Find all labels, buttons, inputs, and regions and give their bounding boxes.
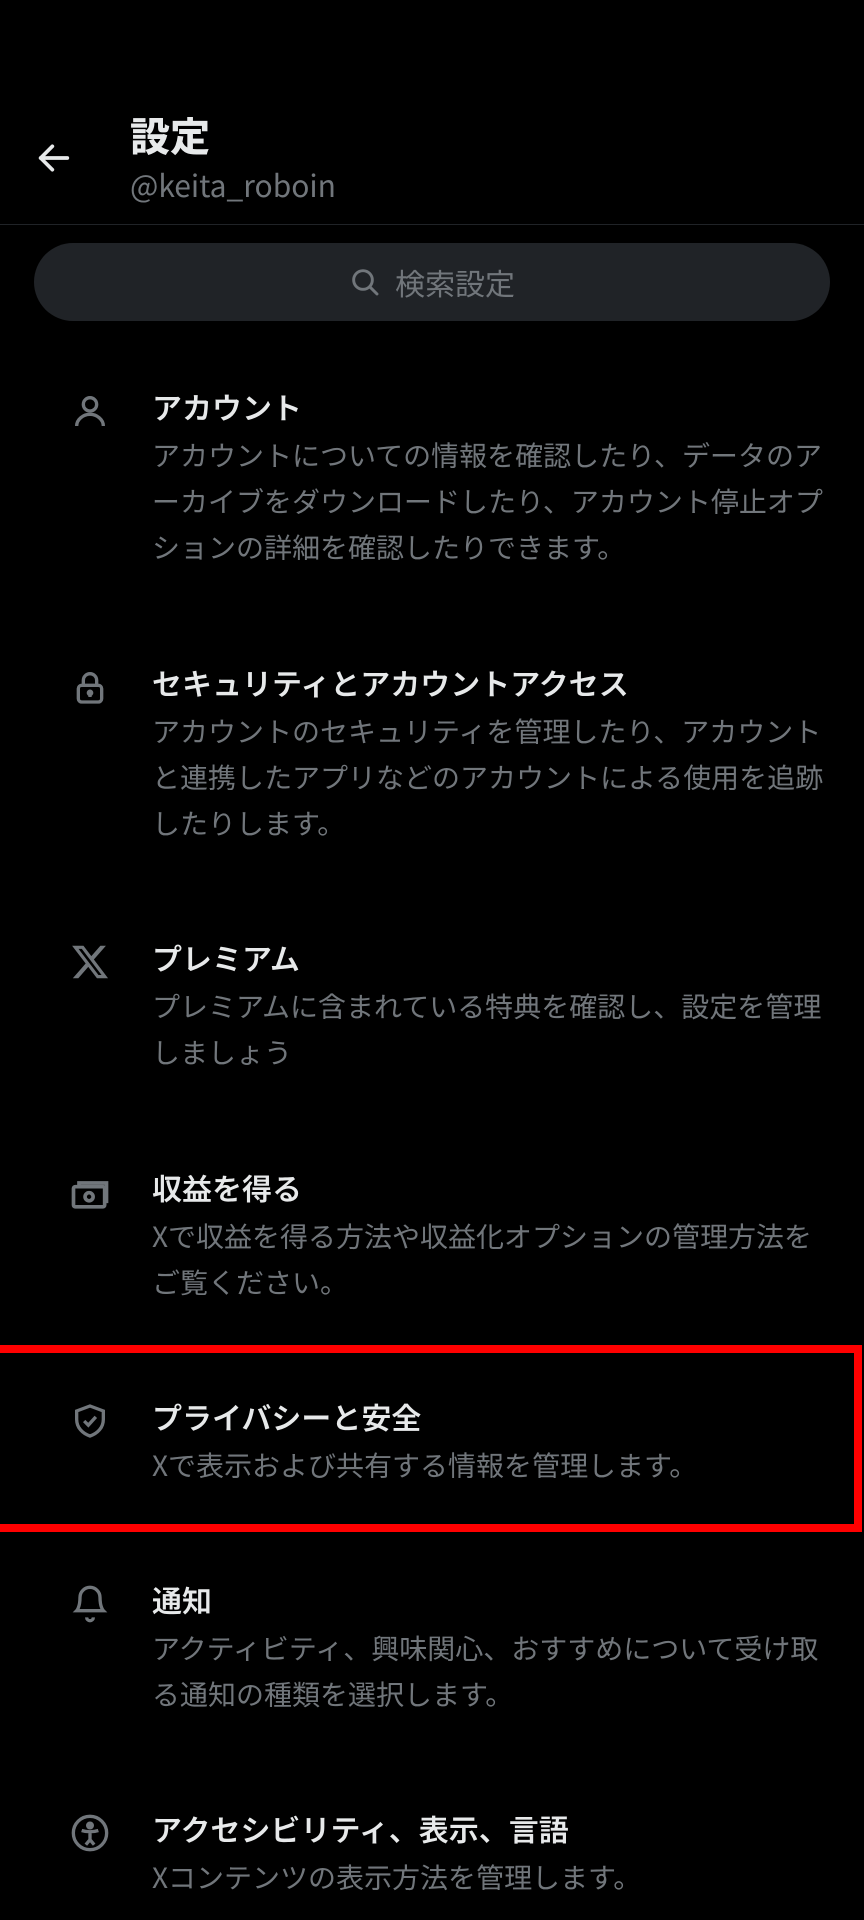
item-desc: アカウントのセキュリティを管理したり、アカウントと連携したアプリなどのアカウント… xyxy=(152,708,828,847)
settings-item-privacy[interactable]: プライバシーと安全 Xで表示および共有する情報を管理します。 xyxy=(0,1351,864,1534)
title-block: 設定 @keita_roboin xyxy=(130,110,336,206)
item-title: 収益を得る xyxy=(152,1168,828,1207)
accessibility-icon xyxy=(70,1813,110,1853)
settings-list: アカウント アカウントについての情報を確認したり、データのアーカイブをダウンロー… xyxy=(0,341,864,1920)
item-title: 通知 xyxy=(152,1580,828,1619)
item-title: アカウント xyxy=(152,387,828,426)
settings-item-monetization[interactable]: 収益を得る Xで収益を得る方法や収益化オプションの管理方法をご覧ください。 xyxy=(0,1122,864,1351)
settings-item-security[interactable]: セキュリティとアカウントアクセス アカウントのセキュリティを管理したり、アカウン… xyxy=(0,617,864,893)
search-placeholder: 検索設定 xyxy=(395,260,515,304)
search-icon xyxy=(349,266,381,298)
item-desc: アカウントについての情報を確認したり、データのアーカイブをダウンロードしたり、ア… xyxy=(152,432,828,571)
x-logo-icon xyxy=(70,942,110,982)
money-icon xyxy=(68,1172,112,1216)
back-button[interactable] xyxy=(24,128,84,188)
item-desc: Xコンテンツの表示方法を管理します。 xyxy=(152,1854,828,1900)
page-title: 設定 xyxy=(130,110,336,158)
person-icon xyxy=(70,391,110,431)
search-wrap: 検索設定 xyxy=(0,225,864,341)
item-desc: Xで収益を得る方法や収益化オプションの管理方法をご覧ください。 xyxy=(152,1213,828,1305)
settings-screen: 設定 @keita_roboin 検索設定 xyxy=(0,0,864,1920)
shield-check-icon xyxy=(70,1401,110,1441)
item-title: プレミアム xyxy=(152,938,828,977)
arrow-left-icon xyxy=(34,138,74,178)
item-title: セキュリティとアカウントアクセス xyxy=(152,663,828,702)
item-desc: アクティビティ、興味関心、おすすめについて受け取る通知の種類を選択します。 xyxy=(152,1625,828,1717)
lock-icon xyxy=(70,667,110,707)
settings-item-account[interactable]: アカウント アカウントについての情報を確認したり、データのアーカイブをダウンロー… xyxy=(0,341,864,617)
settings-item-notifications[interactable]: 通知 アクティビティ、興味関心、おすすめについて受け取る通知の種類を選択します。 xyxy=(0,1534,864,1763)
item-desc: プレミアムに含まれている特典を確認し、設定を管理しましょう xyxy=(152,983,828,1075)
settings-item-accessibility[interactable]: アクセシビリティ、表示、言語 Xコンテンツの表示方法を管理します。 xyxy=(0,1763,864,1920)
search-input[interactable]: 検索設定 xyxy=(34,243,830,321)
item-title: プライバシーと安全 xyxy=(152,1397,828,1436)
settings-item-premium[interactable]: プレミアム プレミアムに含まれている特典を確認し、設定を管理しましょう xyxy=(0,892,864,1121)
item-desc: Xで表示および共有する情報を管理します。 xyxy=(152,1442,828,1488)
item-title: アクセシビリティ、表示、言語 xyxy=(152,1809,828,1848)
user-handle: @keita_roboin xyxy=(130,162,336,206)
bell-icon xyxy=(70,1584,110,1624)
header: 設定 @keita_roboin xyxy=(0,0,864,225)
